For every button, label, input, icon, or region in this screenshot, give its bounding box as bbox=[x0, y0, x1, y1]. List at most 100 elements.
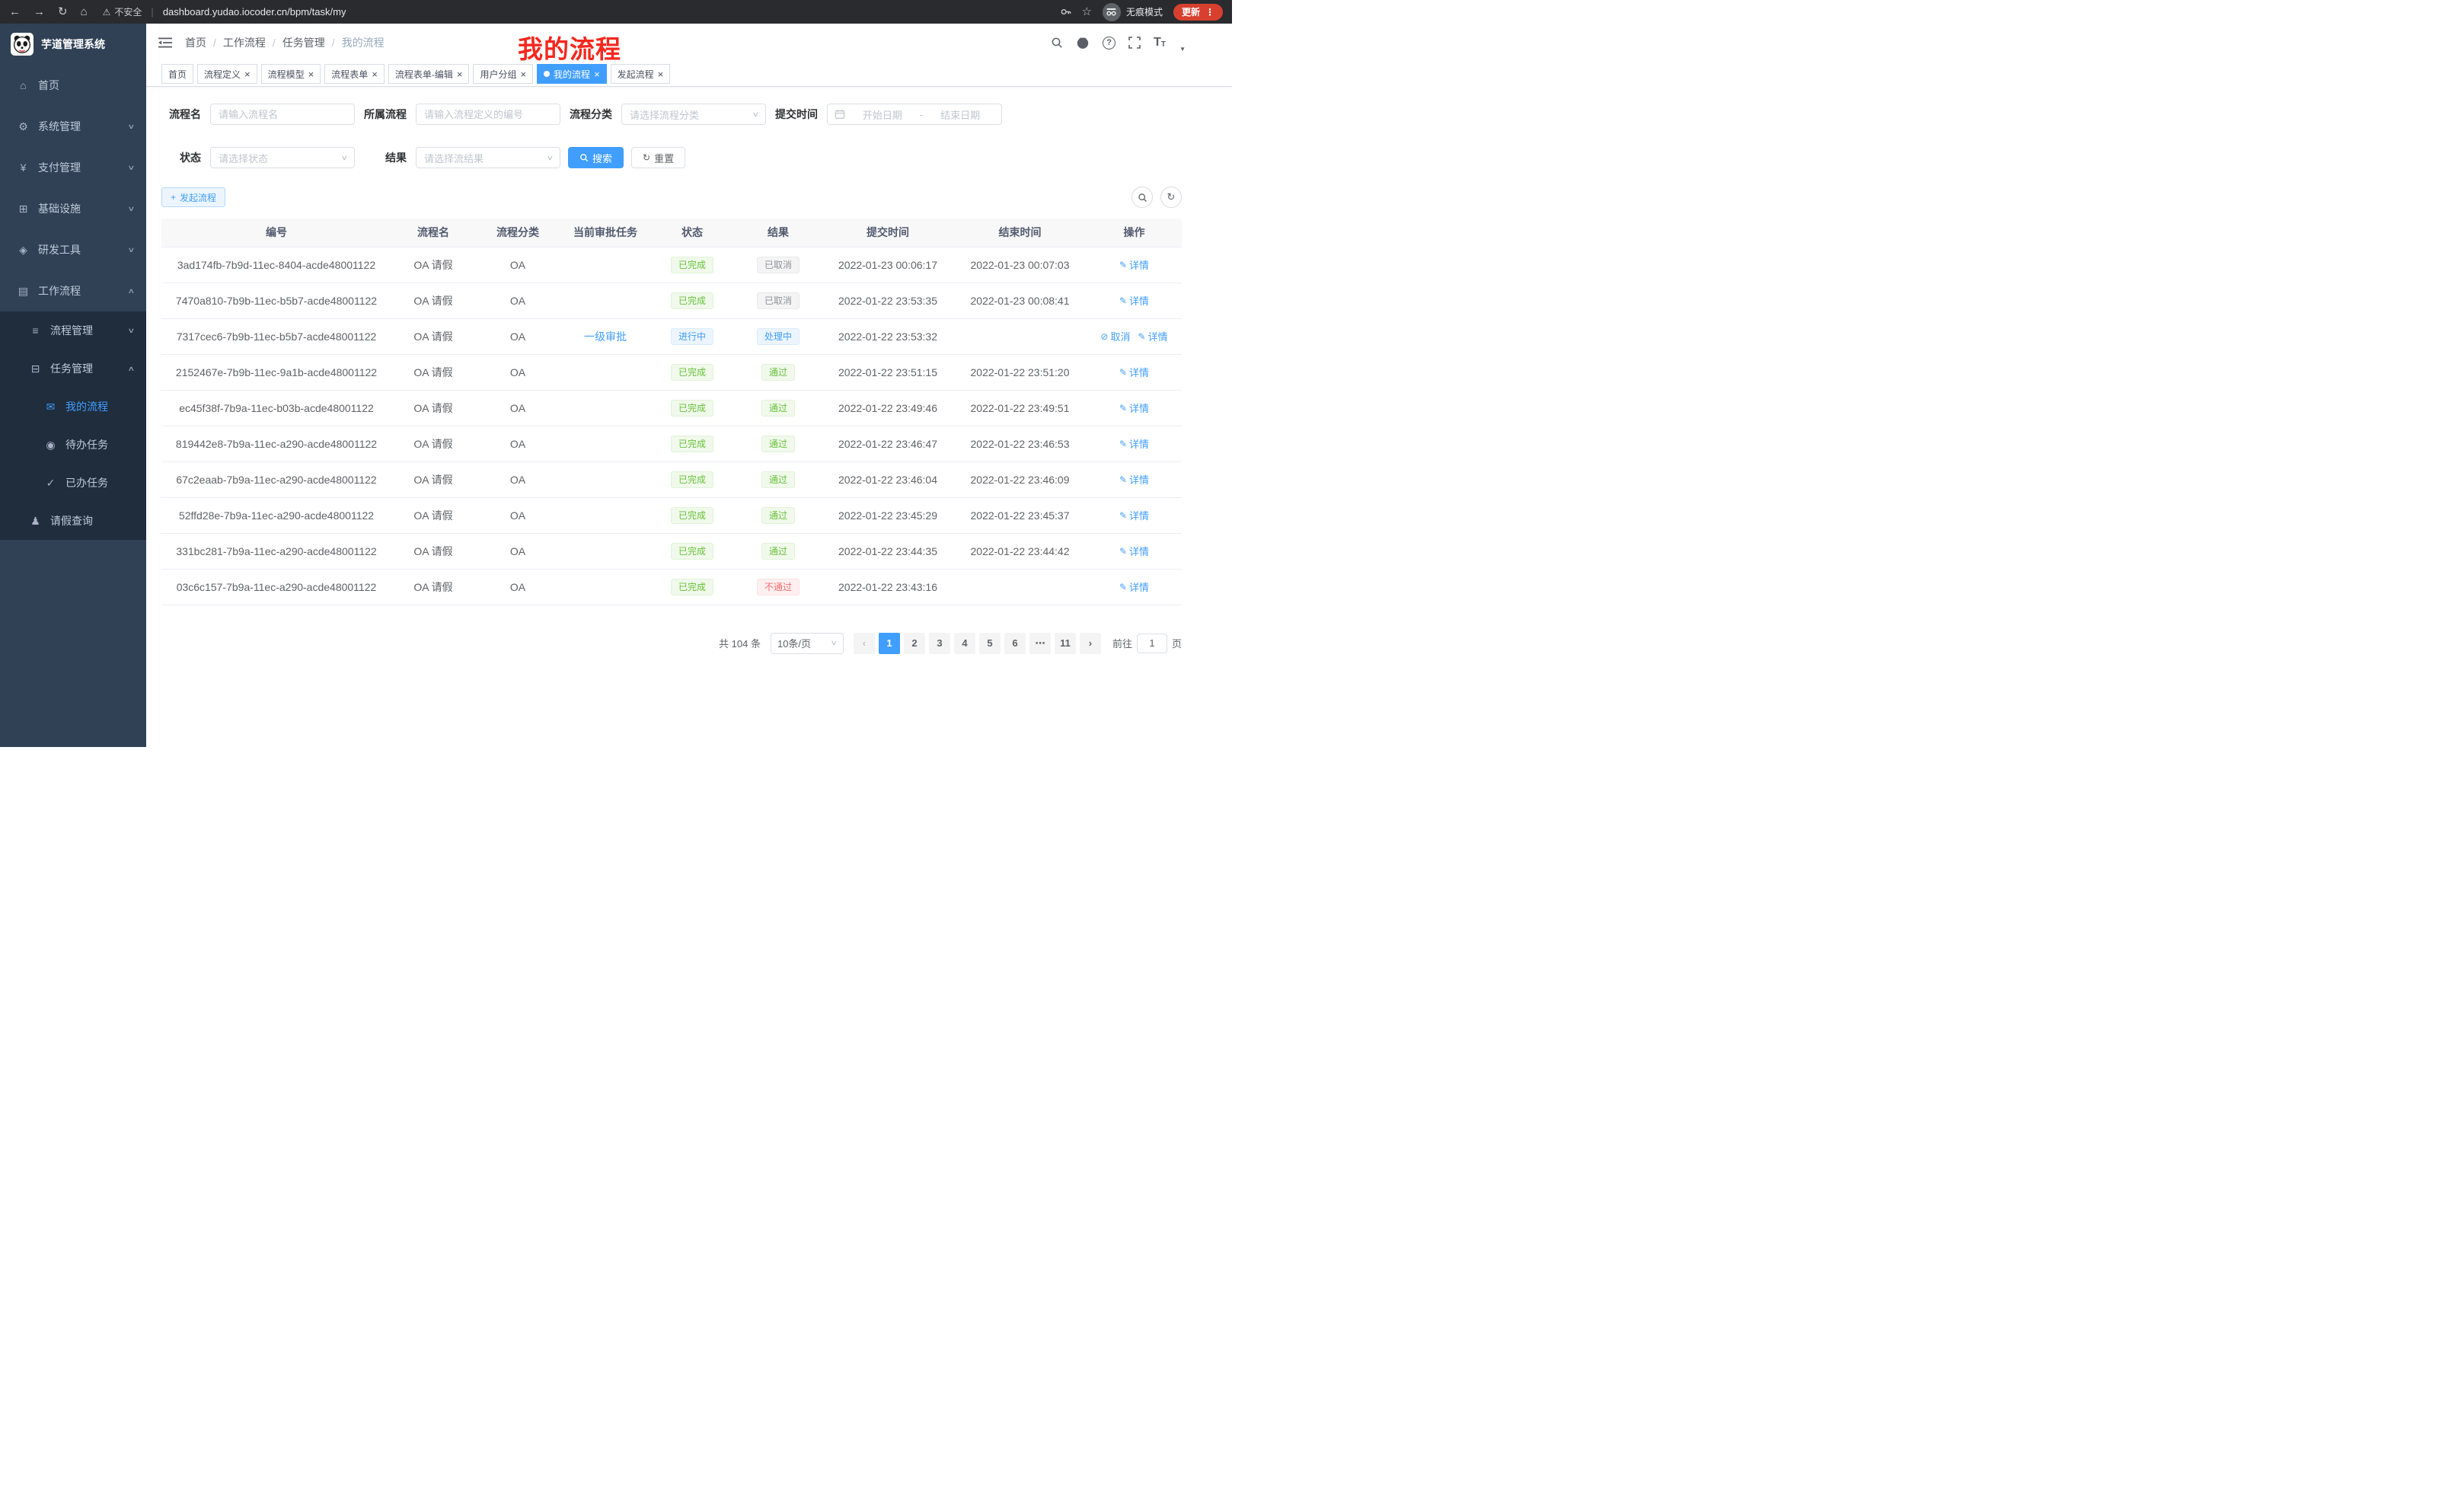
cell-id: ec45f38f-7b9a-11ec-b03b-acde48001122 bbox=[161, 390, 391, 426]
page-button-3[interactable]: 3 bbox=[929, 633, 950, 654]
cell-actions: ✎详情 bbox=[1087, 283, 1182, 318]
sidebar-item-my-process[interactable]: ✉ 我的流程 bbox=[0, 388, 146, 426]
sidebar-item-infrastructure[interactable]: ⊞ 基础设施 ∨ bbox=[0, 188, 146, 229]
sidebar-item-task-management[interactable]: ⊟ 任务管理 ∧ bbox=[0, 350, 146, 388]
process-name-input[interactable] bbox=[210, 104, 355, 125]
sidebar-item-todo-tasks[interactable]: ◉ 待办任务 bbox=[0, 426, 146, 464]
app-logo[interactable]: 芋道管理系统 bbox=[0, 24, 146, 65]
detail-link[interactable]: ✎详情 bbox=[1119, 472, 1149, 487]
detail-link[interactable]: ✎详情 bbox=[1119, 401, 1149, 415]
category-select[interactable]: 请选择流程分类 ∨ bbox=[621, 104, 766, 125]
bookmark-star-icon[interactable]: ☆ bbox=[1082, 6, 1092, 18]
start-process-button[interactable]: + 发起流程 bbox=[161, 187, 225, 207]
close-icon[interactable]: × bbox=[244, 69, 251, 79]
date-range-picker[interactable]: 开始日期 - 结束日期 bbox=[827, 104, 1002, 125]
select-placeholder: 请选择流程分类 bbox=[630, 107, 699, 122]
help-icon[interactable]: ? bbox=[1103, 37, 1116, 49]
column-header-category: 流程分类 bbox=[475, 219, 560, 247]
page-button-5[interactable]: 5 bbox=[979, 633, 1001, 654]
page-size-select[interactable]: 10条/页 ∨ bbox=[771, 633, 844, 654]
tab-label: 流程表单 bbox=[331, 68, 368, 81]
detail-link[interactable]: ✎详情 bbox=[1119, 436, 1149, 451]
tab-start-process[interactable]: 发起流程 × bbox=[611, 64, 671, 84]
end-date-placeholder[interactable]: 结束日期 bbox=[926, 107, 994, 122]
url-bar[interactable]: ⚠ 不安全 | dashboard.yudao.iocoder.cn/bpm/t… bbox=[103, 5, 1060, 18]
breadcrumb-home[interactable]: 首页 bbox=[185, 35, 206, 50]
start-date-placeholder[interactable]: 开始日期 bbox=[848, 107, 917, 122]
search-icon[interactable] bbox=[1051, 37, 1063, 49]
more-pages-button[interactable]: ⋯ bbox=[1029, 633, 1051, 654]
show-search-button[interactable] bbox=[1131, 187, 1153, 208]
forward-icon[interactable]: → bbox=[34, 6, 45, 18]
tab-process-definition[interactable]: 流程定义 × bbox=[197, 64, 257, 84]
sidebar-item-system[interactable]: ⚙ 系统管理 ∨ bbox=[0, 106, 146, 147]
edit-icon: ✎ bbox=[1119, 404, 1127, 413]
detail-link[interactable]: ✎详情 bbox=[1119, 257, 1149, 272]
tab-user-group[interactable]: 用户分组 × bbox=[473, 64, 533, 84]
security-warning[interactable]: ⚠ 不安全 bbox=[103, 5, 142, 18]
update-button[interactable]: 更新 ⋮ bbox=[1173, 4, 1223, 21]
status-badge: 已完成 bbox=[671, 257, 713, 273]
breadcrumb-task-management[interactable]: 任务管理 bbox=[282, 35, 325, 50]
edit-icon: ✎ bbox=[1119, 368, 1127, 377]
detail-link[interactable]: ✎详情 bbox=[1119, 579, 1149, 594]
url-text[interactable]: dashboard.yudao.iocoder.cn/bpm/task/my bbox=[163, 6, 346, 18]
detail-link[interactable]: ✎详情 bbox=[1119, 544, 1149, 558]
close-icon[interactable]: × bbox=[457, 69, 463, 79]
sidebar-item-payment[interactable]: ¥ 支付管理 ∨ bbox=[0, 147, 146, 188]
detail-link[interactable]: ✎详情 bbox=[1119, 508, 1149, 522]
hamburger-icon[interactable] bbox=[158, 37, 172, 49]
detail-link[interactable]: ✎详情 bbox=[1119, 293, 1149, 308]
next-page-button[interactable]: › bbox=[1080, 633, 1101, 654]
result-select[interactable]: 请选择流结果 ∨ bbox=[416, 147, 560, 168]
cell-actions: ✎详情 bbox=[1087, 354, 1182, 390]
tab-home[interactable]: 首页 bbox=[161, 64, 193, 84]
cell-id: 52ffd28e-7b9a-11ec-a290-acde48001122 bbox=[161, 497, 391, 533]
reset-button[interactable]: ↻ 重置 bbox=[631, 147, 685, 168]
fullscreen-icon[interactable] bbox=[1128, 37, 1141, 49]
search-button[interactable]: 搜索 bbox=[568, 147, 624, 168]
chevron-up-icon: ∧ bbox=[128, 287, 136, 295]
chat-icon: ✉ bbox=[44, 401, 57, 413]
back-icon[interactable]: ← bbox=[9, 6, 21, 18]
detail-link[interactable]: ✎详情 bbox=[1138, 329, 1168, 343]
page-jump-input[interactable] bbox=[1137, 634, 1167, 653]
close-icon[interactable]: × bbox=[308, 69, 314, 79]
tab-my-process[interactable]: 我的流程 × bbox=[537, 64, 607, 84]
page-button-2[interactable]: 2 bbox=[904, 633, 925, 654]
home-icon[interactable]: ⌂ bbox=[81, 6, 88, 18]
close-icon[interactable]: × bbox=[594, 69, 600, 79]
sidebar-item-workflow[interactable]: ▤ 工作流程 ∧ bbox=[0, 270, 146, 311]
sidebar-item-home[interactable]: ⌂ 首页 bbox=[0, 65, 146, 106]
key-icon[interactable] bbox=[1060, 6, 1071, 18]
process-definition-input[interactable] bbox=[416, 104, 560, 125]
tab-process-form-edit[interactable]: 流程表单-编辑 × bbox=[388, 64, 470, 84]
status-select[interactable]: 请选择状态 ∨ bbox=[210, 147, 355, 168]
sidebar-item-leave-query[interactable]: ♟ 请假查询 bbox=[0, 502, 146, 540]
close-icon[interactable]: × bbox=[372, 69, 378, 79]
cancel-link[interactable]: ⊘取消 bbox=[1100, 329, 1130, 343]
close-icon[interactable]: × bbox=[520, 69, 526, 79]
page-button-1[interactable]: 1 bbox=[879, 633, 900, 654]
tab-process-model[interactable]: 流程模型 × bbox=[261, 64, 321, 84]
breadcrumb-workflow[interactable]: 工作流程 bbox=[223, 35, 266, 50]
sidebar-item-devtools[interactable]: ◈ 研发工具 ∨ bbox=[0, 229, 146, 270]
browser-menu-icon[interactable]: ⋮ bbox=[1205, 7, 1214, 18]
github-icon[interactable] bbox=[1076, 36, 1090, 49]
cell-id: 67c2eaab-7b9a-11ec-a290-acde48001122 bbox=[161, 461, 391, 497]
current-task-link[interactable]: 一级审批 bbox=[584, 330, 627, 343]
sidebar-item-process-management[interactable]: ≡ 流程管理 ∨ bbox=[0, 311, 146, 350]
page-button-4[interactable]: 4 bbox=[954, 633, 975, 654]
refresh-table-button[interactable]: ↻ bbox=[1160, 187, 1182, 208]
tab-process-form[interactable]: 流程表单 × bbox=[324, 64, 385, 84]
cell-actions: ✎详情 bbox=[1087, 497, 1182, 533]
reload-icon[interactable]: ↻ bbox=[58, 6, 68, 18]
page-button-11[interactable]: 11 bbox=[1055, 633, 1076, 654]
detail-link[interactable]: ✎详情 bbox=[1119, 365, 1149, 379]
sidebar-item-done-tasks[interactable]: ✓ 已办任务 bbox=[0, 464, 146, 502]
incognito-badge[interactable]: 无痕模式 bbox=[1103, 3, 1163, 21]
font-size-icon[interactable]: TT bbox=[1154, 37, 1166, 49]
prev-page-button[interactable]: ‹ bbox=[854, 633, 875, 654]
page-button-6[interactable]: 6 bbox=[1004, 633, 1026, 654]
close-icon[interactable]: × bbox=[658, 69, 664, 79]
